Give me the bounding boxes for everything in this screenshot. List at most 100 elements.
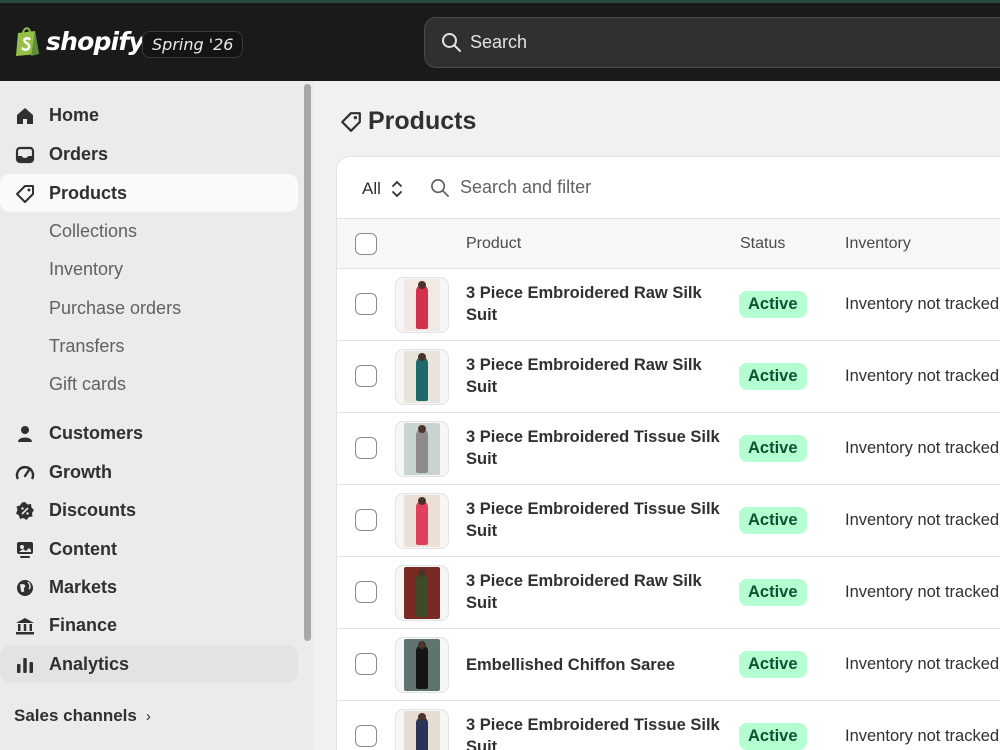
table-row[interactable]: 3 Piece Embroidered Raw Silk Suit Active I… xyxy=(337,557,1000,629)
table-row[interactable]: 3 Piece Embroidered Tissue Silk Suit Acti… xyxy=(337,413,1000,485)
globe-icon xyxy=(14,577,35,598)
sidebar-item-label: Discounts xyxy=(49,499,137,520)
product-image xyxy=(404,567,440,619)
product-thumbnail[interactable] xyxy=(395,349,449,405)
sidebar-item-label: Content xyxy=(49,538,117,559)
column-header-status[interactable]: Status xyxy=(740,235,785,253)
select-all-checkbox[interactable] xyxy=(355,233,377,255)
view-all-tab[interactable]: All xyxy=(362,179,403,199)
search-icon xyxy=(442,33,461,52)
sidebar-subitem-label: Inventory xyxy=(49,259,124,279)
sidebar-item-content[interactable]: Content xyxy=(0,530,298,568)
status-badge: Active xyxy=(739,579,807,606)
table-header: Product Status Inventory xyxy=(337,219,1000,269)
table-row[interactable]: 3 Piece Embroidered Tissue Silk Suit Acti… xyxy=(337,485,1000,557)
sidebar-item-analytics[interactable]: Analytics xyxy=(0,645,298,683)
column-header-product[interactable]: Product xyxy=(466,235,521,253)
product-name[interactable]: 3 Piece Embroidered Raw Silk Suit xyxy=(466,570,728,614)
sidebar-subitem-label: Purchase orders xyxy=(49,298,182,318)
product-figure-head xyxy=(418,425,426,433)
sidebar-subitem-label: Gift cards xyxy=(49,374,127,394)
sidebar-item-label: Analytics xyxy=(49,653,130,674)
content-icon xyxy=(14,539,35,560)
product-thumbnail[interactable] xyxy=(395,709,449,750)
shopify-logo[interactable]: shopify xyxy=(14,25,145,57)
search-icon xyxy=(431,178,449,197)
product-name[interactable]: Embellished Chiffon Saree xyxy=(466,654,728,676)
status-badge: Active xyxy=(739,435,807,462)
search-placeholder: Search xyxy=(470,32,528,52)
sidebar-item-markets[interactable]: Markets xyxy=(0,568,298,606)
global-search-bar[interactable]: Search xyxy=(424,17,1000,68)
status-badge: Active xyxy=(739,723,807,750)
product-image xyxy=(404,351,440,403)
product-thumbnail[interactable] xyxy=(395,637,449,693)
product-thumbnail[interactable] xyxy=(395,493,449,549)
row-checkbox[interactable] xyxy=(355,509,377,531)
table-row[interactable]: 3 Piece Embroidered Raw Silk Suit Active I… xyxy=(337,269,1000,341)
product-figure-head xyxy=(418,353,426,361)
row-checkbox[interactable] xyxy=(355,365,377,387)
sidebar-item-growth[interactable]: Growth xyxy=(0,453,298,491)
row-checkbox[interactable] xyxy=(355,653,377,675)
product-figure-head xyxy=(418,569,426,577)
row-checkbox[interactable] xyxy=(355,293,377,315)
discount-icon xyxy=(14,500,35,521)
sidebar-subitem-transfers[interactable]: Transfers xyxy=(0,328,298,364)
product-name[interactable]: 3 Piece Embroidered Raw Silk Suit xyxy=(466,354,728,398)
product-image xyxy=(404,423,440,475)
sidebar-item-label: Products xyxy=(49,182,128,203)
product-name[interactable]: 3 Piece Embroidered Tissue Silk Suit xyxy=(466,714,728,750)
sidebar-item-orders[interactable]: Orders xyxy=(0,135,298,173)
filter-bar: All Search and filter xyxy=(337,157,1000,219)
sidebar-subitem-gift-cards[interactable]: Gift cards xyxy=(0,366,298,402)
row-checkbox[interactable] xyxy=(355,437,377,459)
inventory-status: Inventory not tracked xyxy=(845,439,1000,457)
sort-toggle-icon xyxy=(392,180,402,198)
sales-channels-link[interactable]: Sales channels › xyxy=(14,706,151,726)
sidebar-item-products[interactable]: Products xyxy=(0,174,298,212)
sidebar-scrollbar[interactable] xyxy=(304,84,311,641)
sidebar-subitem-inventory[interactable]: Inventory xyxy=(0,251,298,287)
table-row[interactable]: 3 Piece Embroidered Tissue Silk Suit Acti… xyxy=(337,701,1000,750)
sidebar-subitem-purchase-orders[interactable]: Purchase orders xyxy=(0,290,298,326)
product-figure-head xyxy=(418,713,426,721)
view-all-label: All xyxy=(362,179,381,198)
inventory-status: Inventory not tracked xyxy=(845,367,1000,385)
sidebar-item-customers[interactable]: Customers xyxy=(0,414,298,452)
sidebar-item-label: Customers xyxy=(49,422,144,443)
sidebar-item-discounts[interactable]: Discounts xyxy=(0,491,298,529)
search-filter-placeholder: Search and filter xyxy=(460,177,592,197)
person-icon xyxy=(14,423,35,444)
product-name[interactable]: 3 Piece Embroidered Tissue Silk Suit xyxy=(466,426,728,470)
product-figure xyxy=(416,357,428,401)
column-header-inventory[interactable]: Inventory xyxy=(845,235,911,253)
product-thumbnail[interactable] xyxy=(395,277,449,333)
row-checkbox[interactable] xyxy=(355,581,377,603)
edition-badge[interactable]: Spring '26 xyxy=(142,31,244,58)
sidebar-item-label: Orders xyxy=(49,143,109,164)
product-figure xyxy=(416,573,428,617)
gauge-icon xyxy=(14,462,35,483)
product-thumbnail[interactable] xyxy=(395,421,449,477)
sidebar-item-label: Home xyxy=(49,104,100,125)
product-figure-head xyxy=(418,641,426,649)
sidebar-subitem-collections[interactable]: Collections xyxy=(0,213,298,249)
table-row[interactable]: 3 Piece Embroidered Raw Silk Suit Active I… xyxy=(337,341,1000,413)
table-row[interactable]: Embellished Chiffon Saree Active Inventory… xyxy=(337,629,1000,701)
row-checkbox[interactable] xyxy=(355,725,377,747)
brand-name: shopify xyxy=(46,26,145,56)
sidebar-item-finance[interactable]: Finance xyxy=(0,606,298,644)
product-thumbnail[interactable] xyxy=(395,565,449,621)
inventory-status: Inventory not tracked xyxy=(845,583,1000,601)
product-figure xyxy=(416,645,428,689)
product-name[interactable]: 3 Piece Embroidered Raw Silk Suit xyxy=(466,282,728,326)
sidebar-item-label: Markets xyxy=(49,576,118,597)
product-name[interactable]: 3 Piece Embroidered Tissue Silk Suit xyxy=(466,498,728,542)
product-figure-head xyxy=(418,497,426,505)
page-title-text: Products xyxy=(368,107,477,135)
sidebar-item-label: Growth xyxy=(49,461,112,482)
sidebar-item-home[interactable]: Home xyxy=(0,96,298,134)
status-badge: Active xyxy=(739,291,807,318)
search-filter-input[interactable]: Search and filter xyxy=(430,177,591,198)
